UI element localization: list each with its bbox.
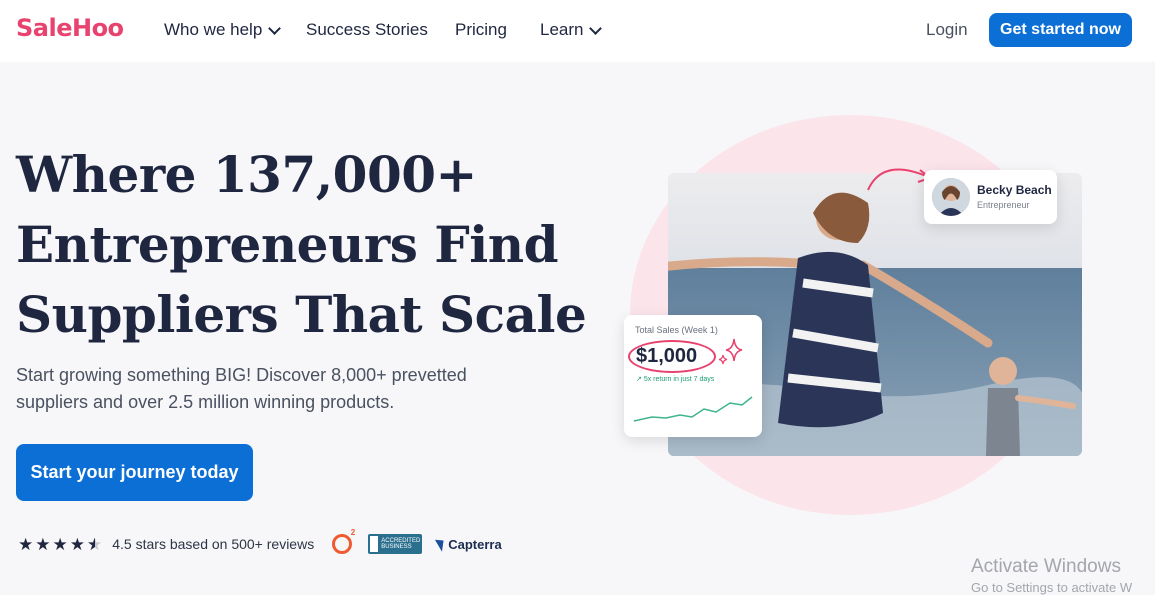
capterra-icon (435, 536, 449, 552)
capterra-label: Capterra (448, 536, 502, 552)
windows-watermark-title: Activate Windows (971, 556, 1121, 577)
nav-pricing-label: Pricing (455, 20, 507, 39)
nav-who-we-help-label: Who we help (164, 20, 263, 39)
capterra-badge: Capterra (435, 536, 502, 552)
get-started-button[interactable]: Get started now (989, 13, 1132, 47)
bbb-text: ACCREDITED BUSINESS (381, 538, 421, 550)
hero-headline: Where 137,000+ Entrepreneurs Find Suppli… (16, 140, 616, 350)
bbb-icon (370, 536, 379, 552)
rating-text: 4.5 stars based on 500+ reviews (112, 536, 315, 552)
sales-value: $1,000 (636, 345, 698, 367)
star-icon: ★ (18, 534, 34, 554)
star-icon: ★ (35, 534, 51, 554)
sales-sparkline (633, 396, 753, 422)
hero-subtitle: Start growing something BIG! Discover 8,… (16, 365, 467, 412)
sales-growth: ↗ 5x return in just 7 days (636, 375, 714, 383)
chevron-down-icon (268, 21, 282, 35)
trend-up-icon: ↗ (636, 376, 642, 383)
star-icon: ★ (52, 534, 68, 554)
nav-success-stories[interactable]: Success Stories (306, 20, 428, 40)
salehoo-logo[interactable]: SaleHoo (16, 14, 124, 42)
nav-who-we-help[interactable]: Who we help (164, 20, 282, 40)
nav-learn[interactable]: Learn (540, 20, 603, 40)
headline-line-2: Entrepreneurs Find (16, 215, 559, 274)
chevron-down-icon (589, 21, 603, 35)
top-nav: SaleHoo Who we help Success Stories Pric… (0, 0, 1155, 62)
g2-icon (332, 528, 355, 554)
star-icon: ★ (69, 534, 85, 554)
sales-label: Total Sales (Week 1) (635, 325, 718, 335)
nav-learn-label: Learn (540, 20, 584, 39)
avatar-image (932, 178, 970, 216)
nav-pricing[interactable]: Pricing (455, 20, 507, 40)
windows-watermark-subtitle: Go to Settings to activate W (971, 580, 1133, 595)
login-link[interactable]: Login (926, 20, 968, 40)
sparkle-icon (718, 338, 743, 365)
half-star-icon: ★ (87, 536, 102, 553)
star-rating: ★ ★ ★ ★ ★ (18, 536, 102, 553)
start-journey-button[interactable]: Start your journey today (16, 444, 253, 501)
avatar (932, 178, 970, 216)
testimonial-role: Entrepreneur (977, 200, 1030, 210)
bbb-accredited-badge: ACCREDITED BUSINESS (368, 534, 423, 554)
reviews-row: ★ ★ ★ ★ ★ 4.5 stars based on 500+ review… (18, 528, 502, 555)
sales-growth-text: 5x return in just 7 days (643, 376, 715, 383)
sales-card: Total Sales (Week 1) $1,000 ↗ 5x return … (624, 315, 762, 437)
testimonial-card: Becky Beach Entrepreneur (924, 170, 1057, 224)
headline-line-1: Where 137,000+ (16, 145, 477, 204)
headline-line-3: Suppliers That Scale (16, 285, 587, 344)
testimonial-name: Becky Beach (977, 183, 1052, 197)
nav-success-stories-label: Success Stories (306, 20, 428, 39)
